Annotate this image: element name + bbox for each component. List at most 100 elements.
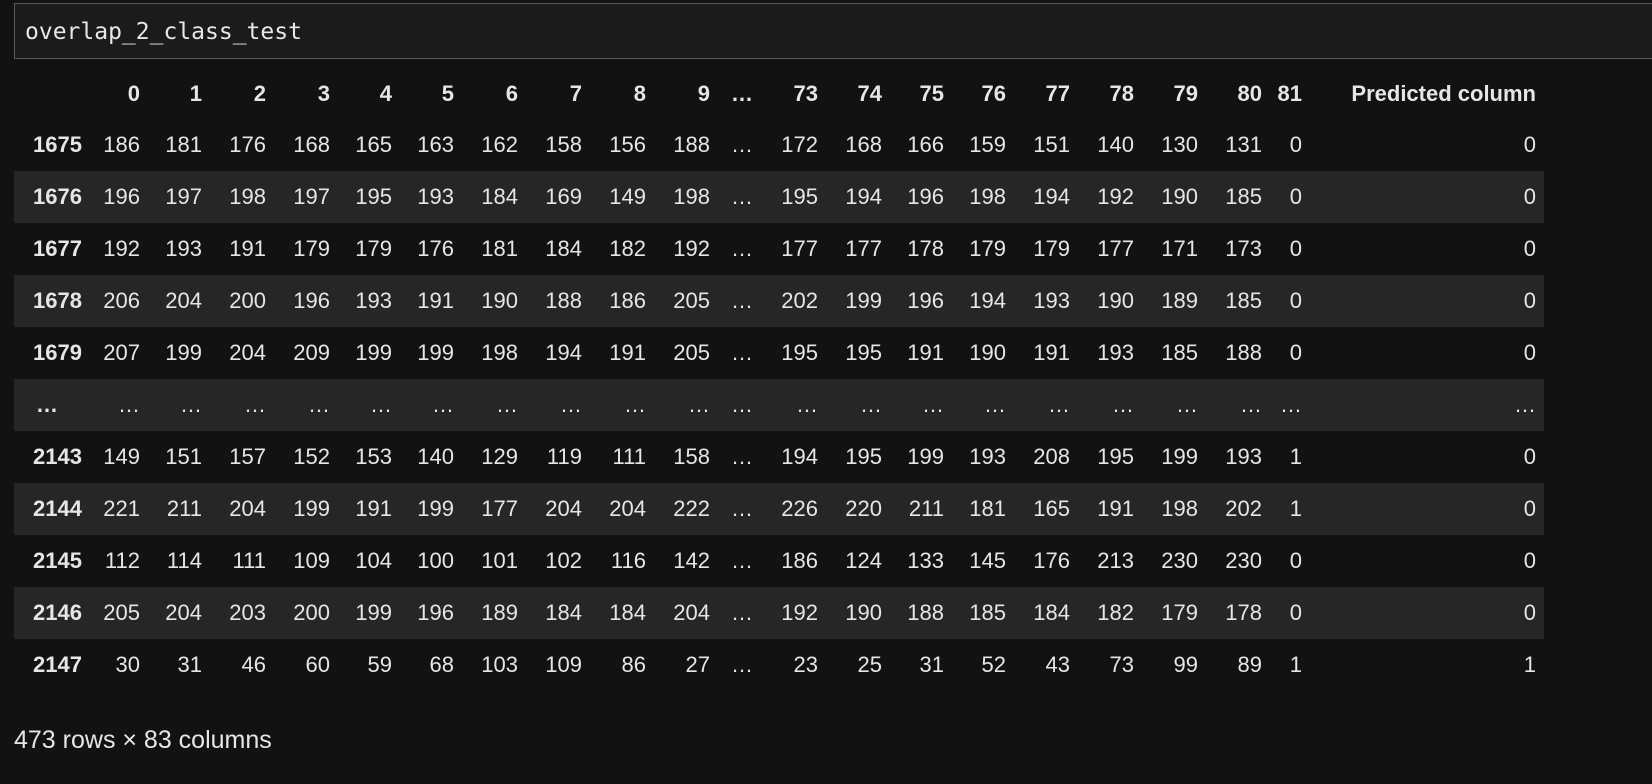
table-cell: 199	[417, 496, 454, 521]
table-cell: 188	[907, 600, 944, 625]
table-cell: 25	[857, 652, 882, 677]
table-cell: 1	[1289, 496, 1302, 521]
table-cell: 230	[1225, 548, 1262, 573]
table-cell: 211	[166, 496, 202, 521]
column-header: 0	[127, 81, 140, 106]
table-cell: …	[1112, 392, 1134, 417]
table-cell: 176	[229, 132, 266, 157]
dataframe-table: 0 1 2 3 4 5 6 7 8 9… 73 74 75 76 77 78 79 80 81 Predicted c…	[14, 69, 1544, 691]
row-index: …	[36, 392, 58, 417]
column-header: 9	[697, 81, 710, 106]
table-cell: 177	[1097, 236, 1134, 261]
table-cell: 52	[981, 652, 1006, 677]
table-cell: …	[1240, 392, 1262, 417]
table-cell: 199	[355, 600, 392, 625]
table-cell: 207	[103, 340, 140, 365]
table-cell: …	[796, 392, 818, 417]
table-cell: 195	[845, 444, 882, 469]
table-cell: 140	[1097, 132, 1134, 157]
table-cell: 0	[1523, 548, 1536, 573]
table-cell: …	[1176, 392, 1198, 417]
table-cell: 188	[1225, 340, 1262, 365]
table-cell: 1	[1289, 652, 1302, 677]
table-cell: 1	[1523, 652, 1536, 677]
table-cell: 199	[1161, 444, 1198, 469]
table-cell: 0	[1523, 236, 1536, 261]
table-cell: 102	[545, 548, 582, 573]
table-cell: 68	[429, 652, 454, 677]
table-cell: 0	[1289, 236, 1302, 261]
row-index: 2143	[33, 444, 82, 469]
table-cell: …	[731, 184, 753, 209]
table-cell: …	[731, 496, 753, 521]
table-cell: 0	[1523, 444, 1536, 469]
table-cell: 0	[1523, 288, 1536, 313]
table-cell: 205	[673, 288, 710, 313]
table-cell: 192	[1097, 184, 1134, 209]
table-cell: 176	[417, 236, 454, 261]
table-cell: 194	[545, 340, 582, 365]
table-cell: 173	[1225, 236, 1262, 261]
table-cell: 0	[1289, 132, 1302, 157]
table-cell: …	[731, 132, 753, 157]
table-cell: 165	[1033, 496, 1070, 521]
table-cell: 199	[417, 340, 454, 365]
table-cell: 181	[165, 132, 202, 157]
table-cell: 186	[781, 548, 818, 573]
table-cell: 194	[781, 444, 818, 469]
table-cell: 198	[969, 184, 1006, 209]
table-cell: 194	[969, 288, 1006, 313]
table-cell: 191	[609, 340, 646, 365]
table-row: 2145 112 114 111 109 104 100 101 102 116 142 … 186 12…	[14, 535, 1544, 587]
row-index: 2146	[33, 600, 82, 625]
table-cell: 196	[907, 288, 944, 313]
row-index: 2144	[33, 496, 82, 521]
table-cell: …	[1048, 392, 1070, 417]
table-cell: 179	[293, 236, 330, 261]
table-cell: 190	[845, 600, 882, 625]
table-header-row: 0 1 2 3 4 5 6 7 8 9… 73 74 75 76 77 78 79 80 81 Predicted c…	[14, 69, 1544, 119]
table-cell: 0	[1523, 340, 1536, 365]
table-row: 2144 221 211 204 199 191 199 177 204 204 222 … 226 22…	[14, 483, 1544, 535]
row-index: 2147	[33, 652, 82, 677]
table-cell: 130	[1161, 132, 1198, 157]
row-index: 1679	[33, 340, 82, 365]
table-cell: 163	[417, 132, 454, 157]
table-cell: …	[731, 444, 753, 469]
table-cell: 193	[1225, 444, 1262, 469]
table-cell: 133	[907, 548, 944, 573]
table-cell: 185	[1161, 340, 1198, 365]
row-index: 2145	[33, 548, 82, 573]
table-cell: 193	[355, 288, 392, 313]
table-cell: 109	[545, 652, 582, 677]
table-cell: 0	[1523, 496, 1536, 521]
table-cell: 0	[1289, 600, 1302, 625]
table-cell: …	[496, 392, 518, 417]
table-cell: …	[432, 392, 454, 417]
table-cell: …	[180, 392, 202, 417]
table-cell: 182	[1097, 600, 1134, 625]
column-header: 74	[857, 81, 882, 106]
table-cell: 184	[609, 600, 646, 625]
table-cell: 0	[1289, 548, 1302, 573]
table-cell: 196	[293, 288, 330, 313]
table-cell: …	[860, 392, 882, 417]
table-cell: 204	[165, 600, 202, 625]
table-cell: 199	[165, 340, 202, 365]
table-cell: 184	[481, 184, 518, 209]
table-cell: 181	[481, 236, 518, 261]
table-cell: 184	[545, 600, 582, 625]
table-cell: 199	[845, 288, 882, 313]
column-header: 77	[1045, 81, 1070, 106]
table-cell: 195	[781, 340, 818, 365]
table-cell: 101	[481, 548, 518, 573]
table-cell: 213	[1097, 548, 1134, 573]
table-cell: 178	[1225, 600, 1262, 625]
code-cell-input[interactable]: overlap_2_class_test	[14, 3, 1652, 59]
column-header: 81	[1277, 81, 1302, 106]
table-cell: 184	[1033, 600, 1070, 625]
table-cell: 186	[609, 288, 646, 313]
table-cell: 190	[481, 288, 518, 313]
row-index: 1678	[33, 288, 82, 313]
table-cell: 131	[1225, 132, 1262, 157]
